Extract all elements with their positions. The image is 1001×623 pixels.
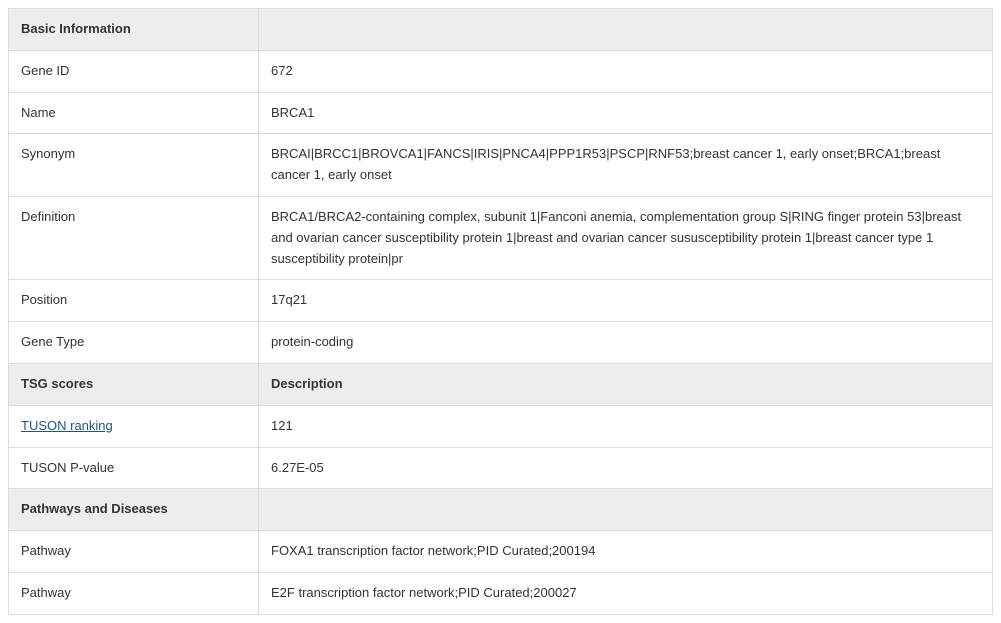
synonym-value: BRCAI|BRCC1|BROVCA1|FANCS|IRIS|PNCA4|PPP… xyxy=(259,134,993,197)
table-row: Name BRCA1 xyxy=(9,92,993,134)
table-row: Pathway E2F transcription factor network… xyxy=(9,572,993,614)
section-header-basic: Basic Information xyxy=(9,9,993,51)
tuson-ranking-label: TUSON ranking xyxy=(9,405,259,447)
synonym-label: Synonym xyxy=(9,134,259,197)
definition-label: Definition xyxy=(9,196,259,279)
tuson-ranking-value: 121 xyxy=(259,405,993,447)
table-row: Synonym BRCAI|BRCC1|BROVCA1|FANCS|IRIS|P… xyxy=(9,134,993,197)
basic-header2 xyxy=(259,9,993,51)
gene-id-label: Gene ID xyxy=(9,50,259,92)
pathways-header: Pathways and Diseases xyxy=(9,489,259,531)
table-row: TUSON ranking 121 xyxy=(9,405,993,447)
gene-type-value: protein-coding xyxy=(259,322,993,364)
table-row: Pathway FOXA1 transcription factor netwo… xyxy=(9,531,993,573)
table-row: Gene Type protein-coding xyxy=(9,322,993,364)
tuson-pvalue-value: 6.27E-05 xyxy=(259,447,993,489)
name-value: BRCA1 xyxy=(259,92,993,134)
position-value: 17q21 xyxy=(259,280,993,322)
basic-header: Basic Information xyxy=(9,9,259,51)
tuson-ranking-link[interactable]: TUSON ranking xyxy=(21,418,113,433)
table-row: Gene ID 672 xyxy=(9,50,993,92)
gene-type-label: Gene Type xyxy=(9,322,259,364)
section-header-pathways: Pathways and Diseases xyxy=(9,489,993,531)
pathway-value: E2F transcription factor network;PID Cur… xyxy=(259,572,993,614)
position-label: Position xyxy=(9,280,259,322)
gene-info-table: Basic Information Gene ID 672 Name BRCA1… xyxy=(8,8,993,615)
pathways-header2 xyxy=(259,489,993,531)
gene-id-value: 672 xyxy=(259,50,993,92)
definition-value: BRCA1/BRCA2-containing complex, subunit … xyxy=(259,196,993,279)
pathway-label: Pathway xyxy=(9,531,259,573)
name-label: Name xyxy=(9,92,259,134)
tsg-header: TSG scores xyxy=(9,363,259,405)
section-header-tsg: TSG scores Description xyxy=(9,363,993,405)
table-row: TUSON P-value 6.27E-05 xyxy=(9,447,993,489)
pathway-label: Pathway xyxy=(9,572,259,614)
table-row: Position 17q21 xyxy=(9,280,993,322)
tuson-pvalue-label: TUSON P-value xyxy=(9,447,259,489)
tsg-header2: Description xyxy=(259,363,993,405)
pathway-value: FOXA1 transcription factor network;PID C… xyxy=(259,531,993,573)
table-row: Definition BRCA1/BRCA2-containing comple… xyxy=(9,196,993,279)
